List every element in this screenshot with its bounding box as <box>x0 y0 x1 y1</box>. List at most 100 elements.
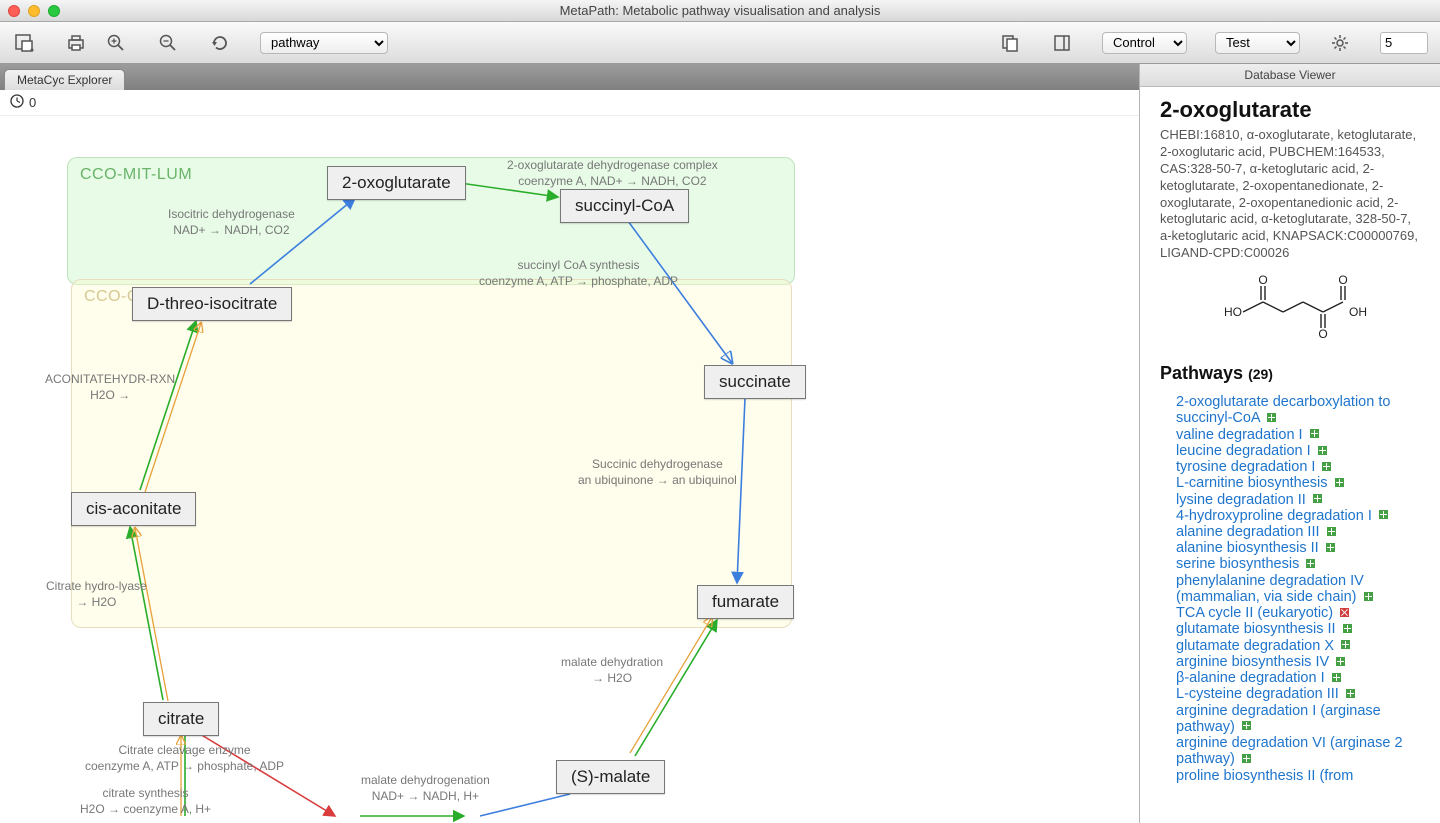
compound-structure: O O O HO OH <box>1160 272 1426 345</box>
pathway-link[interactable]: lysine degradation II <box>1176 492 1306 508</box>
status-line: 0 <box>0 90 1139 116</box>
pathway-link[interactable]: arginine degradation VI (arginase 2 path… <box>1176 735 1403 767</box>
control-select[interactable]: Control <box>1102 32 1187 54</box>
pathway-link[interactable]: TCA cycle II (eukaryotic) <box>1176 605 1333 621</box>
panel-icon[interactable] <box>1050 31 1074 55</box>
node-smalate[interactable]: (S)-malate <box>556 760 665 794</box>
add-pathway-icon[interactable] <box>1326 543 1335 552</box>
node-cisaconitate[interactable]: cis-aconitate <box>71 492 196 526</box>
pathway-item: alanine degradation III <box>1176 524 1426 540</box>
add-pathway-icon[interactable] <box>1346 689 1355 698</box>
pathway-link[interactable]: L-carnitine biosynthesis <box>1176 475 1328 491</box>
window-title: MetaPath: Metabolic pathway visualisatio… <box>0 3 1440 18</box>
add-pathway-icon[interactable] <box>1336 657 1345 666</box>
node-oxoglutarate[interactable]: 2-oxoglutarate <box>327 166 466 200</box>
add-pathway-icon[interactable] <box>1310 429 1319 438</box>
svg-text:O: O <box>1318 327 1327 341</box>
pathway-item: L-carnitine biosynthesis <box>1176 475 1426 491</box>
add-pathway-icon[interactable] <box>1327 527 1336 536</box>
pathway-item: lysine degradation II <box>1176 492 1426 508</box>
svg-text:OH: OH <box>1349 305 1367 319</box>
add-pathway-icon[interactable] <box>1242 721 1251 730</box>
pathway-link[interactable]: arginine degradation I (arginase pathway… <box>1176 703 1381 735</box>
pathway-link[interactable]: valine degradation I <box>1176 427 1303 443</box>
edge-label: ACONITATEHYDR-RXNH2O → <box>45 372 175 403</box>
add-pathway-icon[interactable] <box>1267 413 1276 422</box>
pathway-link[interactable]: glutamate biosynthesis II <box>1176 621 1336 637</box>
pathway-item: valine degradation I <box>1176 427 1426 443</box>
pathway-link[interactable]: β-alanine degradation I <box>1176 670 1325 686</box>
pathway-item: leucine degradation I <box>1176 443 1426 459</box>
pathway-select[interactable]: pathway <box>260 32 388 54</box>
pathway-link[interactable]: 2-oxoglutarate decarboxylation to succin… <box>1176 394 1390 426</box>
pathway-item: 2-oxoglutarate decarboxylation to succin… <box>1176 394 1426 426</box>
remove-pathway-icon[interactable] <box>1340 608 1349 617</box>
pathway-link[interactable]: tyrosine degradation I <box>1176 459 1315 475</box>
zoom-in-icon[interactable] <box>104 31 128 55</box>
pathway-link[interactable]: serine biosynthesis <box>1176 556 1299 572</box>
svg-text:O: O <box>1338 273 1347 287</box>
edge-label: citrate synthesisH2O → coenzyme A, H+ <box>80 786 211 817</box>
copy-icon[interactable] <box>998 31 1022 55</box>
add-pathway-icon[interactable] <box>1313 494 1322 503</box>
add-pathway-icon[interactable] <box>1379 510 1388 519</box>
close-window-icon[interactable] <box>8 5 20 17</box>
edge-label: Isocitric dehydrogenaseNAD+ → NADH, CO2 <box>168 207 295 238</box>
add-pathway-icon[interactable] <box>1322 462 1331 471</box>
pathway-link[interactable]: leucine degradation I <box>1176 443 1311 459</box>
minimize-window-icon[interactable] <box>28 5 40 17</box>
edge-label: Succinic dehydrogenasean ubiquinone → an… <box>578 457 737 488</box>
edge-label: malate dehydrogenationNAD+ → NADH, H+ <box>361 773 490 804</box>
svg-text:HO: HO <box>1224 305 1242 319</box>
refresh-icon[interactable] <box>208 31 232 55</box>
pathway-link[interactable]: L-cysteine degradation III <box>1176 686 1339 702</box>
zoom-window-icon[interactable] <box>48 5 60 17</box>
node-succinylcoa[interactable]: succinyl-CoA <box>560 189 689 223</box>
add-pathway-icon[interactable] <box>1341 640 1350 649</box>
pathway-link[interactable]: phenylalanine degradation IV (mammalian,… <box>1176 573 1364 605</box>
pathway-link[interactable]: alanine degradation III <box>1176 524 1320 540</box>
add-pathway-icon[interactable] <box>1242 754 1251 763</box>
pathway-item: serine biosynthesis <box>1176 556 1426 572</box>
print-icon[interactable] <box>64 31 88 55</box>
test-select[interactable]: Test <box>1215 32 1300 54</box>
pathway-link[interactable]: alanine biosynthesis II <box>1176 540 1319 556</box>
node-fumarate[interactable]: fumarate <box>697 585 794 619</box>
pathway-item: glutamate biosynthesis II <box>1176 621 1426 637</box>
edge-label: Citrate cleavage enzymecoenzyme A, ATP →… <box>85 743 284 774</box>
edge-label: succinyl CoA synthesiscoenzyme A, ATP → … <box>479 258 678 289</box>
node-citrate[interactable]: citrate <box>143 702 219 736</box>
edge-label: Citrate hydro-lyase→ H2O <box>46 579 147 610</box>
add-pathway-icon[interactable] <box>1335 478 1344 487</box>
pathway-link[interactable]: arginine biosynthesis IV <box>1176 654 1329 670</box>
pathway-list: 2-oxoglutarate decarboxylation to succin… <box>1160 394 1426 784</box>
pathway-canvas[interactable]: CCO-MIT-LUMCCO-C <box>0 116 1139 823</box>
pathway-item: 4-hydroxyproline degradation I <box>1176 508 1426 524</box>
pathway-item: tyrosine degradation I <box>1176 459 1426 475</box>
pathway-item: arginine degradation I (arginase pathway… <box>1176 703 1426 735</box>
add-pathway-icon[interactable] <box>1306 559 1315 568</box>
clock-icon <box>10 94 24 111</box>
add-pathway-icon[interactable] <box>1364 592 1373 601</box>
node-isocitrate[interactable]: D-threo-isocitrate <box>132 287 292 321</box>
pathway-link[interactable]: glutamate degradation X <box>1176 638 1334 654</box>
pathway-link[interactable]: 4-hydroxyproline degradation I <box>1176 508 1372 524</box>
layout-icon[interactable] <box>12 31 36 55</box>
add-pathway-icon[interactable] <box>1318 446 1327 455</box>
pathway-item: glutamate degradation X <box>1176 638 1426 654</box>
zoom-out-icon[interactable] <box>156 31 180 55</box>
add-pathway-icon[interactable] <box>1343 624 1352 633</box>
number-spinner[interactable] <box>1380 32 1428 54</box>
node-succinate[interactable]: succinate <box>704 365 806 399</box>
pathway-item: alanine biosynthesis II <box>1176 540 1426 556</box>
add-pathway-icon[interactable] <box>1332 673 1341 682</box>
region-label: CCO-C <box>84 288 139 306</box>
pathway-item: TCA cycle II (eukaryotic) <box>1176 605 1426 621</box>
gear-icon[interactable] <box>1328 31 1352 55</box>
pathway-link[interactable]: proline biosynthesis II (from <box>1176 768 1353 784</box>
database-viewer-header: Database Viewer <box>1140 64 1440 87</box>
edge-label: 2-oxoglutarate dehydrogenase complexcoen… <box>507 158 718 189</box>
window-titlebar: MetaPath: Metabolic pathway visualisatio… <box>0 0 1440 22</box>
tab-metacyc-explorer[interactable]: MetaCyc Explorer <box>4 69 125 90</box>
database-viewer-panel: Database Viewer 2-oxoglutarate CHEBI:168… <box>1140 64 1440 823</box>
